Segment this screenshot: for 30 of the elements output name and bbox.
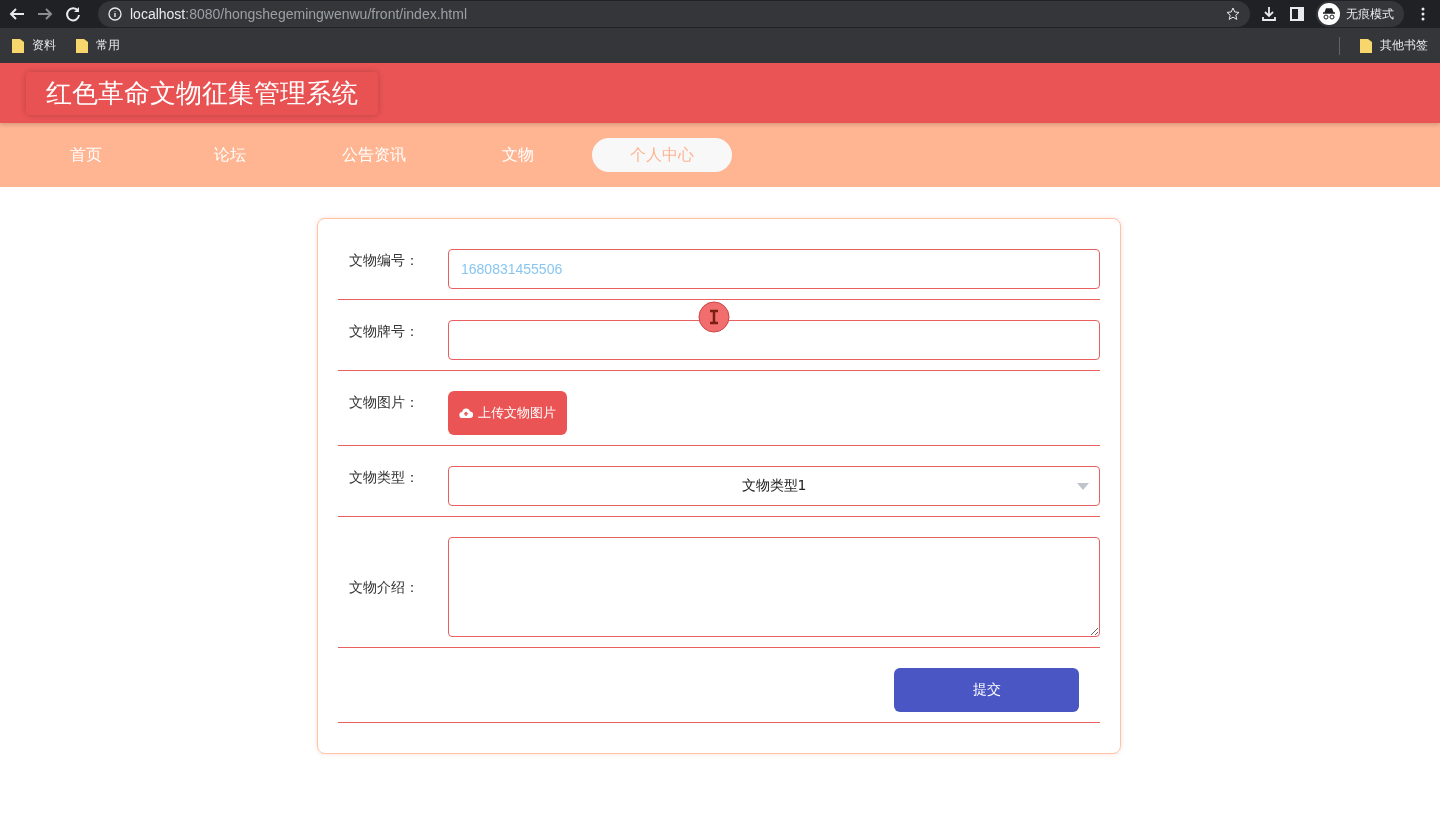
reload-icon[interactable]	[64, 5, 82, 23]
side-panel-icon[interactable]	[1288, 5, 1306, 23]
bookmark-link[interactable]: 其他书签	[1380, 37, 1428, 54]
folder-icon	[76, 38, 88, 53]
download-icon[interactable]	[1260, 5, 1278, 23]
site-title: 红色革命文物征集管理系统	[26, 71, 378, 115]
caret-icon	[1077, 483, 1089, 490]
text-field[interactable]: 1680831455506	[448, 249, 1100, 289]
field-label: 文物类型：	[348, 468, 420, 487]
info-icon	[108, 7, 122, 21]
submit-button[interactable]: 提交	[894, 668, 1079, 712]
field-label: 文物介绍：	[348, 578, 420, 597]
field-label: 文物图片：	[348, 393, 420, 412]
text-area[interactable]	[448, 537, 1100, 637]
folder-icon	[1360, 38, 1372, 53]
text-field[interactable]	[448, 320, 1100, 360]
bookmark-link[interactable]: 资料	[32, 37, 56, 54]
text-cursor-icon	[698, 301, 730, 333]
upload-button[interactable]: 上传文物图片	[448, 391, 567, 435]
address-bar[interactable]: localhost:8080/hongshegemingwenwu/front/index.html	[98, 1, 1250, 27]
incognito-icon	[1318, 3, 1340, 25]
field-label: 文物编号：	[348, 251, 420, 270]
profile-label: 无痕模式	[1346, 5, 1394, 23]
field-label: 文物牌号：	[348, 322, 420, 341]
cloud-upload-icon	[459, 407, 473, 419]
folder-icon	[12, 38, 24, 53]
star-icon[interactable]	[1226, 7, 1240, 21]
url-text: localhost:8080/hongshegemingwenwu/front/index.html	[130, 6, 467, 22]
bookmark-link[interactable]: 常用	[96, 37, 120, 54]
type-select[interactable]: 文物类型1	[448, 466, 1100, 506]
